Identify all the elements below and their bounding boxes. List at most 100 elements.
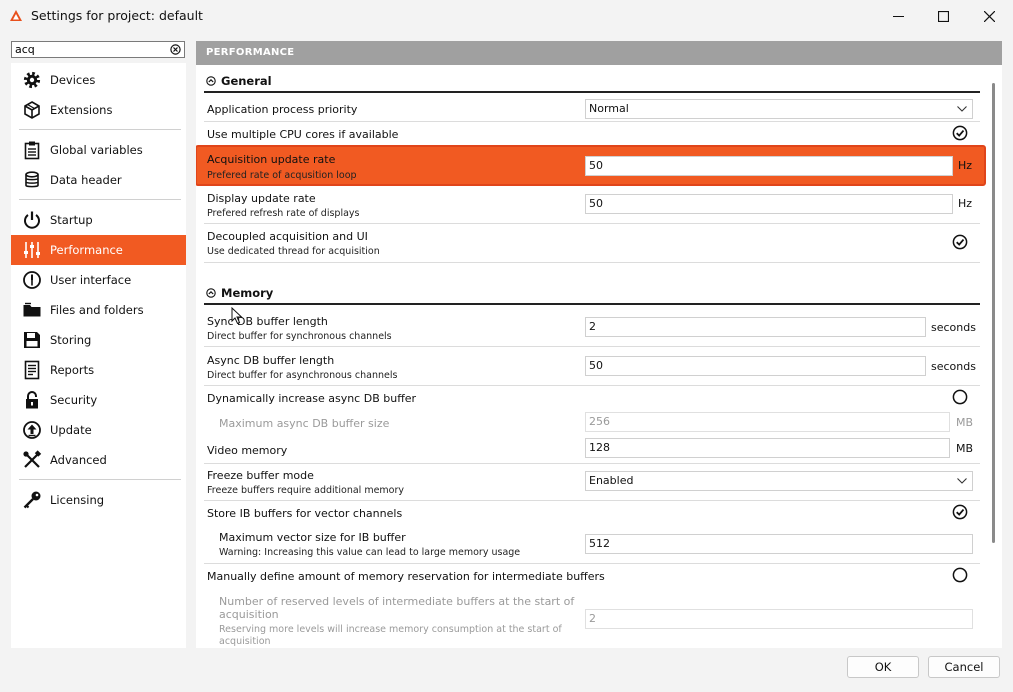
database-icon — [22, 170, 42, 190]
sync-buffer-input[interactable]: 2 — [585, 317, 926, 337]
checked-checkbox-icon[interactable] — [952, 504, 968, 520]
row-display-update-rate: Display update rate Prefered refresh rat… — [204, 186, 980, 224]
setting-label: Display update rate — [207, 192, 316, 205]
row-max-async-buffer: Maximum async DB buffer size 256 MB — [204, 411, 980, 436]
setting-label: Async DB buffer length — [207, 354, 335, 367]
sidebar-item-label: Storing — [50, 333, 92, 347]
setting-label: Use multiple CPU cores if available — [207, 128, 399, 141]
sidebar-item-label: Files and folders — [50, 303, 144, 317]
display-rate-input[interactable]: 50 — [585, 194, 953, 214]
sidebar-item-reports[interactable]: Reports — [11, 355, 186, 385]
sidebar-item-devices[interactable]: Devices — [11, 65, 186, 95]
gauge-icon — [22, 270, 42, 290]
unit-label: seconds — [931, 321, 976, 334]
unit-label: MB — [956, 442, 974, 455]
sidebar-item-label: Licensing — [50, 493, 105, 507]
video-memory-input[interactable]: 128 — [585, 438, 950, 458]
setting-label: Maximum vector size for IB buffer — [219, 531, 406, 544]
setting-description: Reserving more levels will increase memo… — [219, 624, 562, 635]
checked-checkbox-icon[interactable] — [952, 234, 968, 250]
clear-search-icon[interactable] — [170, 44, 181, 55]
row-process-priority: Application process priority Normal — [204, 96, 980, 122]
key-icon — [22, 490, 42, 510]
sidebar-divider — [19, 199, 181, 200]
search-input[interactable] — [12, 42, 155, 57]
close-icon — [983, 10, 995, 22]
row-acquisition-update-rate: Acquisition update rate Prefered rate of… — [196, 145, 986, 186]
gear-icon — [22, 70, 42, 90]
sidebar-item-storing[interactable]: Storing — [11, 325, 186, 355]
sliders-icon — [22, 240, 42, 260]
clipboard-icon — [22, 140, 42, 160]
sidebar-item-label: Update — [50, 423, 92, 437]
section-title: Memory — [221, 286, 274, 300]
chevron-down-icon — [957, 478, 967, 484]
setting-label: Dynamically increase async DB buffer — [207, 392, 417, 405]
setting-label: Number of reserved levels of intermediat… — [219, 595, 575, 608]
vertical-scrollbar[interactable] — [988, 65, 1002, 648]
sidebar-divider — [19, 129, 181, 130]
max-vector-size-input[interactable]: 512 — [585, 534, 973, 554]
panel-header: PERFORMANCE — [196, 41, 1002, 65]
sidebar-item-label: Performance — [50, 243, 123, 257]
mouse-cursor-icon — [231, 307, 243, 325]
sidebar-item-data-header[interactable]: Data header — [11, 165, 186, 195]
sidebar-item-files-and-folders[interactable]: Files and folders — [11, 295, 186, 325]
sidebar-item-licensing[interactable]: Licensing — [11, 485, 186, 515]
sidebar-item-performance[interactable]: Performance — [11, 235, 186, 265]
sidebar-item-startup[interactable]: Startup — [11, 205, 186, 235]
maximize-icon — [937, 10, 949, 22]
unchecked-checkbox-icon[interactable] — [952, 567, 968, 583]
unit-label: MB — [956, 416, 974, 429]
row-reserved-levels: Number of reserved levels of intermediat… — [204, 589, 980, 648]
setting-label: Decoupled acquisition and UI — [207, 230, 368, 243]
scrollbar-thumb[interactable] — [992, 83, 995, 543]
row-multiple-cpu: Use multiple CPU cores if available — [204, 122, 980, 147]
priority-select[interactable]: Normal — [585, 99, 973, 119]
minimize-button[interactable] — [875, 0, 921, 32]
setting-label: Store IB buffers for vector channels — [207, 507, 403, 520]
sidebar-item-label: Reports — [50, 363, 95, 377]
section-memory[interactable]: Memory — [196, 281, 980, 305]
row-decoupled-acquisition: Decoupled acquisition and UI Use dedicat… — [204, 224, 980, 263]
sidebar-item-extensions[interactable]: Extensions — [11, 95, 186, 125]
sidebar-item-global-variables[interactable]: Global variables — [11, 135, 186, 165]
select-value: Normal — [589, 102, 629, 115]
section-rule — [204, 91, 980, 93]
section-general[interactable]: General — [196, 69, 980, 93]
sidebar-item-update[interactable]: Update — [11, 415, 186, 445]
sidebar-item-label: User interface — [50, 273, 132, 287]
close-button[interactable] — [966, 0, 1012, 32]
row-sync-db-buffer: Sync DB buffer length Direct buffer for … — [204, 308, 980, 347]
chevron-down-icon — [957, 106, 967, 112]
unit-label: Hz — [958, 197, 973, 210]
reserved-levels-input: 2 — [585, 609, 973, 629]
search-field[interactable] — [11, 41, 185, 58]
sidebar-item-security[interactable]: Security — [11, 385, 186, 415]
collapse-chevron-icon[interactable] — [206, 76, 216, 86]
cancel-button[interactable]: Cancel — [928, 656, 1000, 678]
setting-description: Direct buffer for synchronous channels — [207, 331, 392, 342]
sidebar-divider — [19, 479, 181, 480]
app-logo-icon — [10, 10, 22, 21]
unit-label: Hz — [958, 159, 973, 172]
maximize-button[interactable] — [920, 0, 966, 32]
collapse-chevron-icon[interactable] — [206, 288, 216, 298]
report-icon — [22, 360, 42, 380]
sidebar-item-label: Global variables — [50, 143, 143, 157]
acquisition-rate-input[interactable]: 50 — [585, 156, 953, 176]
freeze-mode-select[interactable]: Enabled — [585, 471, 973, 491]
sidebar-item-label: Advanced — [50, 453, 107, 467]
setting-label: Freeze buffer mode — [207, 469, 314, 482]
sidebar-item-user-interface[interactable]: User interface — [11, 265, 186, 295]
setting-label: Maximum async DB buffer size — [219, 417, 390, 430]
checked-checkbox-icon[interactable] — [952, 125, 968, 141]
max-async-buffer-input: 256 — [585, 412, 950, 432]
update-icon — [22, 420, 42, 440]
async-buffer-input[interactable]: 50 — [585, 356, 926, 376]
ok-button[interactable]: OK — [847, 656, 919, 678]
sidebar-item-advanced[interactable]: Advanced — [11, 445, 186, 475]
unchecked-checkbox-icon[interactable] — [952, 389, 968, 405]
row-max-vector-size: Maximum vector size for IB buffer Warnin… — [204, 526, 980, 564]
sidebar-item-label: Security — [50, 393, 98, 407]
